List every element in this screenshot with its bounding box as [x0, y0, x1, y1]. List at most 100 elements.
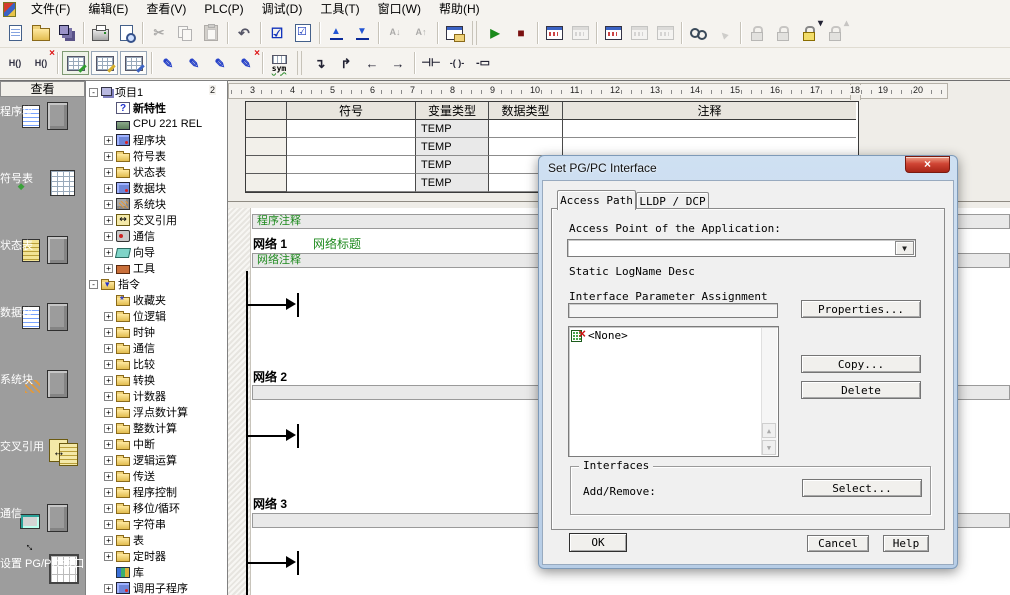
- chart-status-button[interactable]: [601, 22, 625, 44]
- expand-icon[interactable]: +: [104, 536, 113, 545]
- dialog-close-button[interactable]: ×: [905, 156, 950, 173]
- tree-item[interactable]: +符号表: [86, 148, 227, 164]
- expand-icon[interactable]: +: [104, 168, 113, 177]
- row-selector[interactable]: [246, 120, 287, 138]
- network2-label[interactable]: 网络 2: [253, 368, 287, 385]
- expand-icon[interactable]: +: [104, 392, 113, 401]
- expand-icon[interactable]: +: [104, 360, 113, 369]
- tree-item[interactable]: +浮点数计算: [86, 404, 227, 420]
- expand-icon[interactable]: +: [104, 440, 113, 449]
- scroll-down-icon[interactable]: ▼: [762, 440, 776, 455]
- undo-button[interactable]: ↶: [232, 22, 256, 44]
- insert-box-button[interactable]: -▭: [471, 52, 495, 74]
- tree-item[interactable]: -指令: [86, 276, 227, 292]
- expand-icon[interactable]: +: [104, 408, 113, 417]
- tree-item[interactable]: +计数器: [86, 388, 227, 404]
- view-statement-toggle[interactable]: [91, 51, 118, 75]
- expand-icon[interactable]: +: [104, 136, 113, 145]
- select-button[interactable]: Select...: [802, 479, 922, 497]
- table-cell[interactable]: [287, 120, 416, 138]
- list-item-none[interactable]: <None>: [569, 327, 778, 344]
- table-cell[interactable]: [489, 120, 563, 138]
- network1-label[interactable]: 网络 1网络标题: [253, 235, 361, 252]
- view-ladder-toggle[interactable]: [62, 51, 89, 75]
- new-file-button[interactable]: [3, 22, 27, 44]
- expand-icon[interactable]: +: [104, 248, 113, 257]
- access-point-combobox[interactable]: ▼: [567, 239, 916, 257]
- cut-button[interactable]: ✂: [147, 22, 171, 44]
- insert-network-button[interactable]: H(): [3, 52, 27, 74]
- tree-item[interactable]: +程序控制: [86, 484, 227, 500]
- tree-item[interactable]: +收藏夹: [86, 292, 227, 308]
- force-read-button[interactable]: ✎: [156, 52, 180, 74]
- tree-item[interactable]: +系统块: [86, 196, 227, 212]
- menu-tools[interactable]: 工具(T): [311, 0, 368, 18]
- tree-item[interactable]: +中断: [86, 436, 227, 452]
- line-right-button[interactable]: →: [386, 52, 410, 74]
- upload-button[interactable]: ▲: [324, 22, 348, 44]
- run-button[interactable]: ▶: [483, 22, 507, 44]
- tree-item[interactable]: +数据块: [86, 180, 227, 196]
- delete-network-button[interactable]: H()×: [29, 52, 53, 74]
- expand-icon[interactable]: +: [104, 344, 113, 353]
- expand-icon[interactable]: +: [104, 456, 113, 465]
- print-preview-button[interactable]: [114, 22, 138, 44]
- paste-button[interactable]: [199, 22, 223, 44]
- menu-view[interactable]: 查看(V): [137, 0, 195, 18]
- bookmark-toggle-button[interactable]: [745, 22, 769, 44]
- tree-item[interactable]: +转换: [86, 372, 227, 388]
- ok-button[interactable]: OK: [569, 533, 627, 552]
- program-status-button[interactable]: [542, 22, 566, 44]
- table-row[interactable]: TEMP: [246, 138, 858, 156]
- insert-contact-button[interactable]: ⊣⊢: [419, 52, 443, 74]
- interface-list-scrollbar[interactable]: ▲ ▼: [761, 328, 777, 455]
- menu-debug[interactable]: 调试(D): [253, 0, 312, 18]
- network3-label[interactable]: 网络 3: [253, 495, 287, 512]
- expand-icon[interactable]: +: [104, 488, 113, 497]
- force-button[interactable]: ✎: [208, 52, 232, 74]
- insert-coil-button[interactable]: -( )-: [445, 52, 469, 74]
- menu-edit[interactable]: 编辑(E): [79, 0, 137, 18]
- table-cell[interactable]: TEMP: [416, 120, 489, 138]
- line-down-button[interactable]: ↴: [308, 52, 332, 74]
- tree-item[interactable]: +工具: [86, 260, 227, 276]
- expand-icon[interactable]: +: [104, 216, 113, 225]
- expand-icon[interactable]: +: [104, 200, 113, 209]
- expand-icon[interactable]: +: [104, 328, 113, 337]
- tree-item[interactable]: +逻辑运算: [86, 452, 227, 468]
- options-button[interactable]: [442, 22, 466, 44]
- tree-item[interactable]: +新特性: [86, 100, 227, 116]
- interface-list[interactable]: <None> ▲ ▼: [568, 326, 779, 457]
- row-selector[interactable]: [246, 156, 287, 174]
- expand-icon[interactable]: +: [104, 184, 113, 193]
- table-cell[interactable]: TEMP: [416, 156, 489, 174]
- cancel-button[interactable]: Cancel: [807, 535, 869, 552]
- properties-button[interactable]: Properties...: [801, 300, 921, 318]
- tree-item[interactable]: +字符串: [86, 516, 227, 532]
- compile-all-button[interactable]: ☑: [291, 22, 315, 44]
- tab-access-path[interactable]: Access Path: [557, 190, 636, 210]
- bookmark-prev-button[interactable]: ▾: [797, 22, 821, 44]
- menu-file[interactable]: 文件(F): [22, 0, 79, 18]
- copy-button[interactable]: Copy...: [801, 355, 921, 373]
- print-button[interactable]: [88, 22, 112, 44]
- tree-item[interactable]: +库: [86, 564, 227, 580]
- table-cell[interactable]: [563, 138, 856, 156]
- scroll-up-icon[interactable]: ▲: [762, 423, 776, 438]
- expand-icon[interactable]: +: [104, 312, 113, 321]
- pause-program-status-button[interactable]: [568, 22, 592, 44]
- stop-button[interactable]: ■: [509, 22, 533, 44]
- view-fbd-toggle[interactable]: [120, 51, 147, 75]
- table-row[interactable]: TEMP: [246, 120, 858, 138]
- download-button[interactable]: ▼: [350, 22, 374, 44]
- network1-title[interactable]: 网络标题: [313, 237, 361, 251]
- expand-icon[interactable]: +: [104, 520, 113, 529]
- line-left-button[interactable]: ←: [360, 52, 384, 74]
- table-cell[interactable]: TEMP: [416, 174, 489, 192]
- symbolic-addressing-button[interactable]: sym: [267, 52, 291, 74]
- help-button[interactable]: Help: [883, 535, 929, 552]
- collapse-icon[interactable]: -: [89, 88, 98, 97]
- row-selector[interactable]: [246, 174, 287, 192]
- sort-descending-button[interactable]: A↑: [409, 22, 433, 44]
- tree-item[interactable]: +时钟: [86, 324, 227, 340]
